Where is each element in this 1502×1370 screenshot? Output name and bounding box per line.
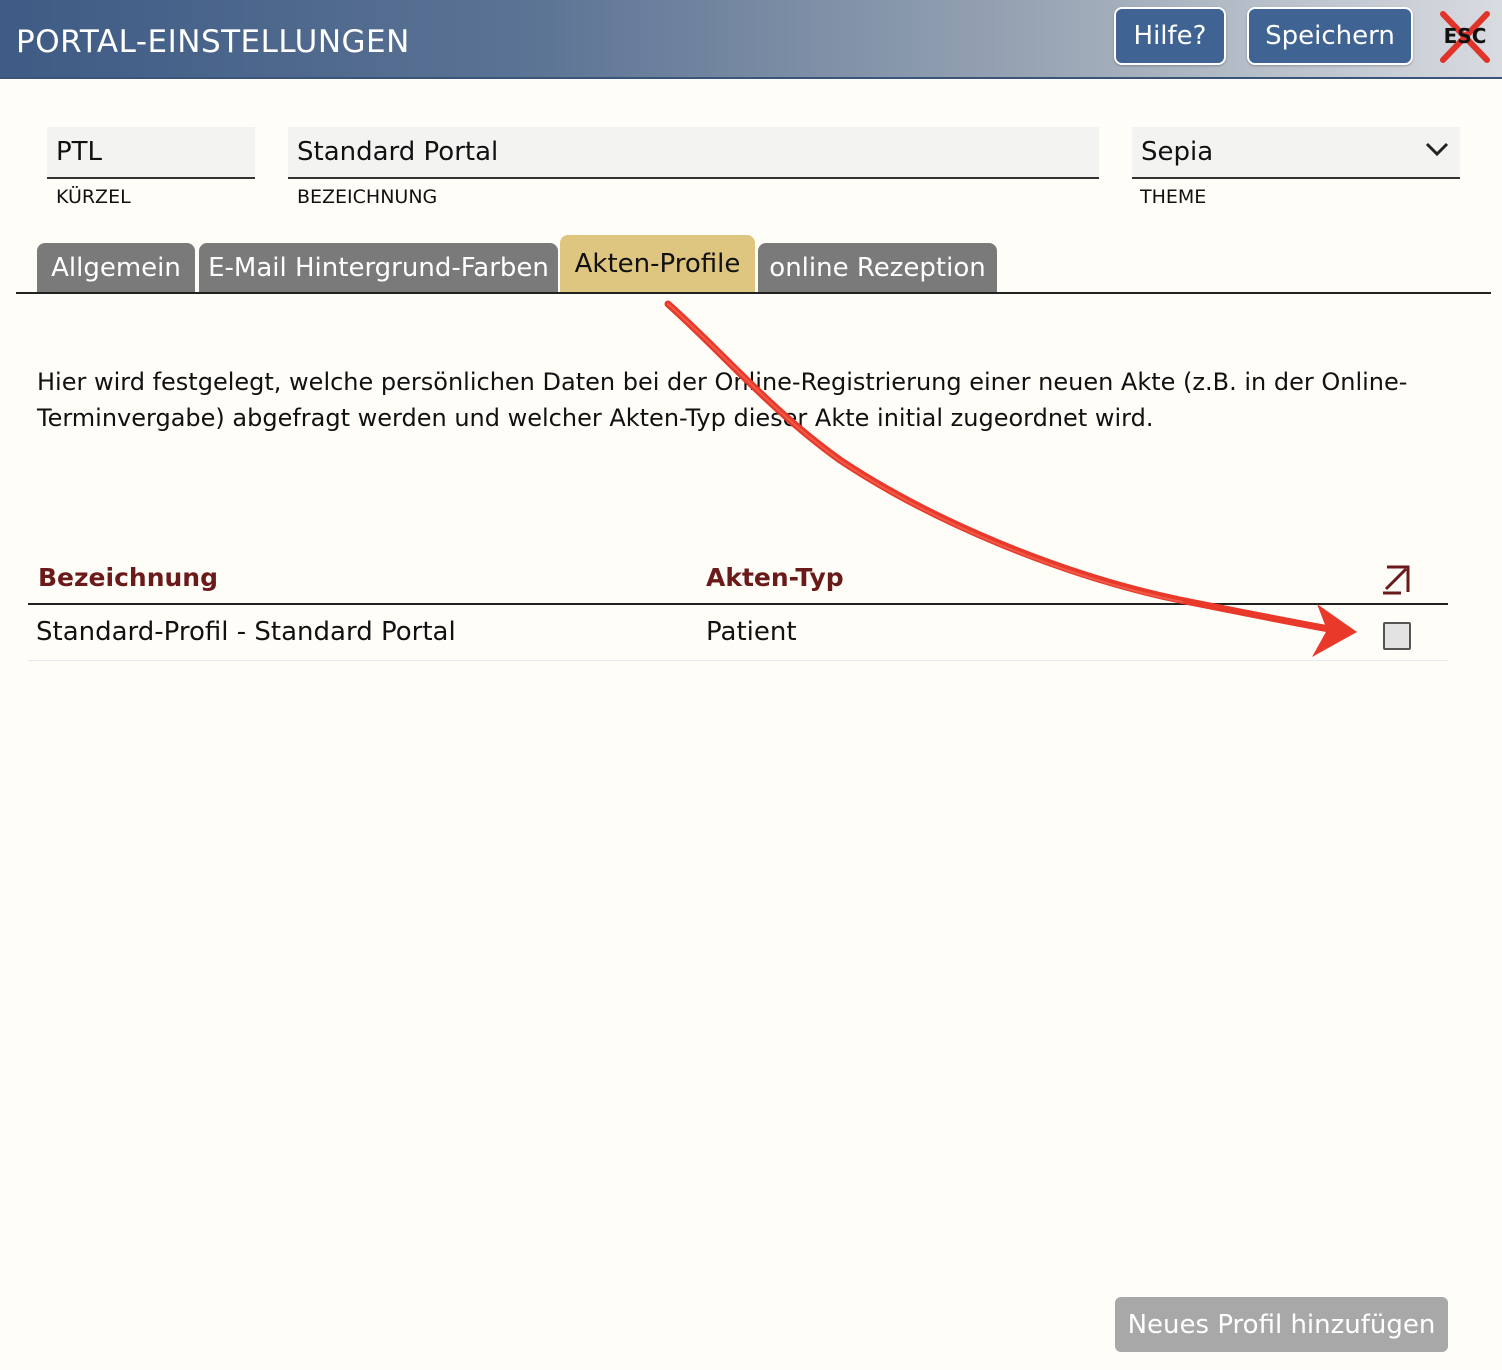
row-bezeichnung: Standard-Profil - Standard Portal <box>36 617 456 647</box>
row-checkbox[interactable] <box>1383 622 1411 650</box>
theme-value: Sepia <box>1141 137 1214 167</box>
save-button[interactable]: Speichern <box>1247 7 1413 65</box>
tab-email-hintergrund-farben[interactable]: E-Mail Hintergrund-Farben <box>199 243 558 293</box>
description-text: Hier wird festgelegt, welche persönliche… <box>37 368 1408 432</box>
tab-online-rezeption[interactable]: online Rezeption <box>758 243 997 293</box>
theme-select[interactable]: Sepia <box>1132 127 1460 179</box>
kuerzel-label: KÜRZEL <box>56 186 131 208</box>
tabs-divider <box>16 292 1491 294</box>
add-profile-button[interactable]: Neues Profil hinzufügen <box>1115 1297 1448 1352</box>
annotation-arrow-icon <box>664 300 1357 657</box>
tab-allgemein[interactable]: Allgemein <box>37 243 195 293</box>
column-header-bezeichnung[interactable]: Bezeichnung <box>38 563 218 592</box>
theme-label: THEME <box>1140 186 1207 208</box>
bezeichnung-field[interactable]: Standard Portal <box>288 127 1099 179</box>
bezeichnung-value: Standard Portal <box>297 137 499 167</box>
help-button[interactable]: Hilfe? <box>1114 7 1226 65</box>
edit-icon[interactable] <box>1381 564 1411 596</box>
esc-label: ESC <box>1443 24 1487 48</box>
column-header-akten-typ[interactable]: Akten-Typ <box>706 563 844 592</box>
row-akten-typ: Patient <box>706 617 797 647</box>
kuerzel-field[interactable]: PTL <box>47 127 255 179</box>
kuerzel-value: PTL <box>56 137 103 167</box>
header-bar: PORTAL-EINSTELLUNGEN Hilfe? Speichern ES… <box>0 0 1502 79</box>
esc-close-button[interactable]: ESC <box>1437 10 1493 64</box>
chevron-down-icon <box>1425 142 1449 157</box>
page-title: PORTAL-EINSTELLUNGEN <box>16 24 410 60</box>
bezeichnung-label: BEZEICHNUNG <box>297 186 438 208</box>
tab-akten-profile[interactable]: Akten-Profile <box>560 235 755 293</box>
table-row[interactable]: Standard-Profil - Standard Portal Patien… <box>28 605 1448 661</box>
